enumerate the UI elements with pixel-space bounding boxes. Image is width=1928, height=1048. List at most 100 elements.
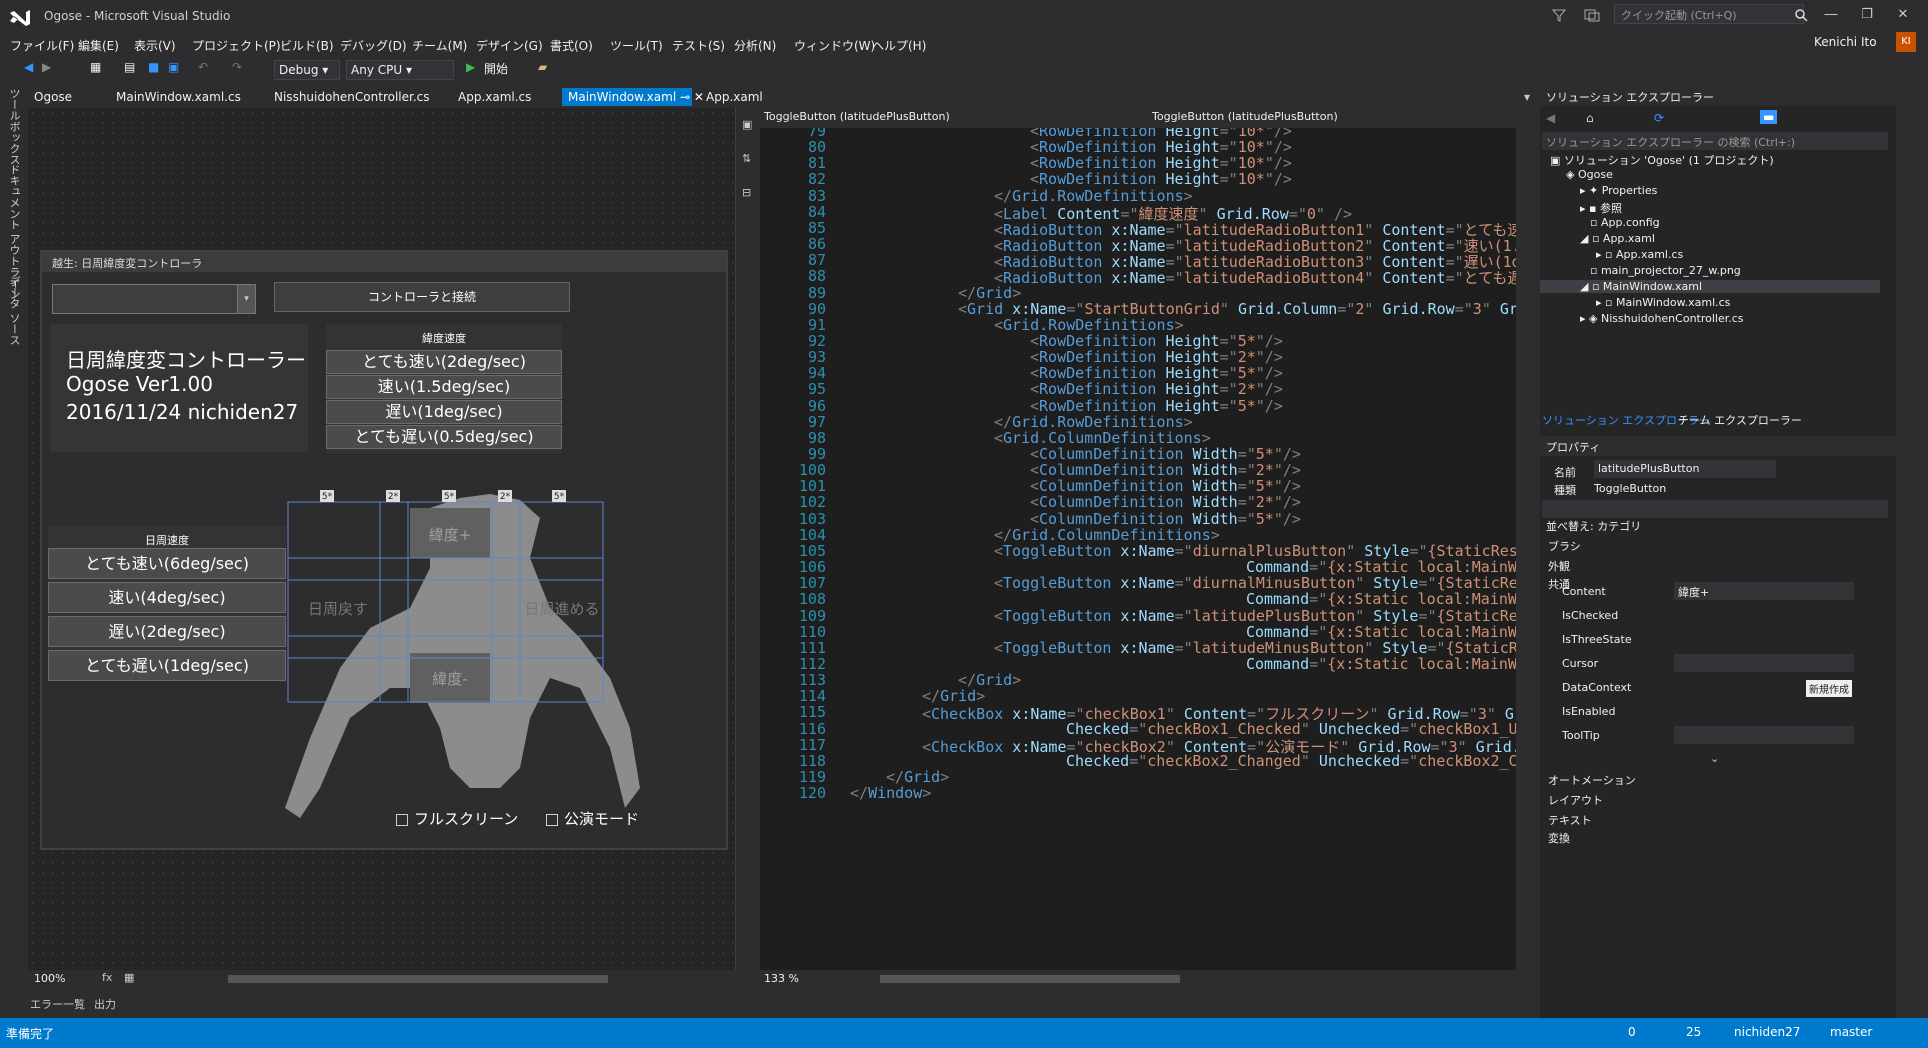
category-transform[interactable]: 変換 xyxy=(1548,830,1570,846)
category-brush[interactable]: ブラシ xyxy=(1548,538,1581,554)
code-line[interactable]: Checked="checkBox2_Changed" Unchecked="c… xyxy=(1066,752,1530,770)
tab-team-explorer[interactable]: チーム エクスプローラー xyxy=(1678,412,1802,428)
code-hscrollbar[interactable] xyxy=(880,975,1180,983)
tab-data-sources[interactable]: データ ソース xyxy=(6,276,22,346)
lat-speed-very-slow[interactable]: とても遅い(0.5deg/sec) xyxy=(326,425,562,449)
performance-mode-checkbox[interactable]: 公演モード xyxy=(546,808,639,829)
lat-speed-slow[interactable]: 遅い(1deg/sec) xyxy=(326,400,562,424)
tab-app-xaml[interactable]: App.xaml xyxy=(700,88,769,106)
start-icon[interactable]: ▶ xyxy=(466,60,475,80)
designer-hscrollbar[interactable] xyxy=(228,975,608,983)
menu-view[interactable]: 表示(V) xyxy=(134,37,176,54)
repo-name[interactable]: nichiden27 xyxy=(1734,1025,1800,1039)
tab-app-xaml-cs[interactable]: App.xaml.cs xyxy=(452,88,537,106)
avatar[interactable]: KI xyxy=(1896,32,1916,52)
code-editor[interactable]: 79 <RowDefinition Height="10*"/> 80 <RowDef… xyxy=(760,128,1530,970)
lat-speed-very-fast[interactable]: とても速い(2deg/sec) xyxy=(326,350,562,374)
property-row-isthreestate[interactable]: IsThreeState xyxy=(1540,628,1880,652)
search-icon[interactable] xyxy=(1794,8,1808,22)
code-line[interactable]: <RadioButton x:Name="latitudeRadioButton… xyxy=(994,267,1530,288)
tree-mainwindow-xaml[interactable]: ◢ ▫ MainWindow.xaml xyxy=(1540,280,1880,293)
property-row-ischecked[interactable]: IsChecked xyxy=(1540,604,1880,628)
new-button[interactable]: 新規作成 xyxy=(1806,680,1852,697)
open-file-icon[interactable]: ▤ xyxy=(124,60,135,80)
lat-speed-fast[interactable]: 速い(1.5deg/sec) xyxy=(326,375,562,399)
grid-icon[interactable]: ▦ xyxy=(124,971,134,984)
category-automation[interactable]: オートメーション xyxy=(1548,772,1636,788)
undo-icon[interactable]: ↶ xyxy=(198,60,208,80)
menu-build[interactable]: ビルド(B) xyxy=(280,37,334,54)
sort-by-dropdown[interactable]: 並べ替え: カテゴリ xyxy=(1546,518,1641,534)
notification-icon[interactable] xyxy=(1584,8,1600,22)
menu-team[interactable]: チーム(M) xyxy=(412,37,467,54)
menu-edit[interactable]: 編集(E) xyxy=(78,37,119,54)
tab-output[interactable]: 出力 xyxy=(94,996,116,1012)
diu-speed-fast[interactable]: 速い(4deg/sec) xyxy=(48,582,286,613)
save-all-icon[interactable]: ▣ xyxy=(168,60,179,80)
tab-nisshuidohen-controller[interactable]: NisshuidohenController.cs xyxy=(268,88,436,106)
menu-file[interactable]: ファイル(F) xyxy=(10,37,74,54)
branch-name[interactable]: master xyxy=(1830,1025,1872,1039)
tree-app-config[interactable]: ▫ App.config xyxy=(1590,216,1660,229)
back-icon[interactable]: ◀ xyxy=(24,60,33,80)
user-name[interactable]: Kenichi Ito xyxy=(1814,35,1877,49)
filter-icon[interactable] xyxy=(1552,8,1566,22)
expand-more-icon[interactable]: ⌄ xyxy=(1710,752,1719,765)
pin-icon[interactable]: ⊸ xyxy=(680,90,690,104)
code-vscrollbar[interactable] xyxy=(1516,128,1530,970)
tab-toolbox[interactable]: ツールボックス xyxy=(6,88,22,165)
tree-properties[interactable]: ▸ ✦ Properties xyxy=(1580,184,1657,197)
tree-solution[interactable]: ▣ ソリューション 'Ogose' (1 プロジェクト) xyxy=(1550,152,1774,168)
tree-project[interactable]: ◈ Ogose xyxy=(1566,168,1613,181)
solution-search-input[interactable]: ソリューション エクスプローラー の検索 (Ctrl+:) xyxy=(1542,132,1888,150)
category-text[interactable]: テキスト xyxy=(1548,812,1592,828)
nav-left-dropdown[interactable]: ToggleButton (latitudePlusButton) xyxy=(764,110,1142,126)
start-button[interactable]: 開始 xyxy=(484,60,508,80)
tree-app-xaml[interactable]: ◢ ▫ App.xaml xyxy=(1580,232,1655,245)
menu-analyze[interactable]: 分析(N) xyxy=(734,37,776,54)
menu-test[interactable]: テスト(S) xyxy=(672,37,725,54)
property-row-tooltip[interactable]: ToolTip xyxy=(1540,724,1880,748)
tree-app-xaml-cs[interactable]: ▸ ▫ App.xaml.cs xyxy=(1596,248,1683,261)
category-appearance[interactable]: 外観 xyxy=(1548,558,1570,574)
close-button[interactable]: ✕ xyxy=(1888,2,1918,28)
menu-window[interactable]: ウィンドウ(W) xyxy=(794,37,875,54)
designer-zoom[interactable]: 100% xyxy=(34,972,65,985)
checkbox-box[interactable] xyxy=(546,813,558,826)
property-row-cursor[interactable]: Cursor xyxy=(1540,652,1880,676)
back-icon[interactable]: ◀ xyxy=(1546,111,1555,125)
save-icon[interactable]: ■ xyxy=(148,60,159,80)
collapse-all-icon[interactable]: ▬ xyxy=(1760,110,1778,124)
tree-references[interactable]: ▸ ▪ 参照 xyxy=(1580,200,1622,216)
pending-edits[interactable]: 25 xyxy=(1686,1025,1701,1039)
property-row-datacontext[interactable]: DataContext 新規作成 xyxy=(1540,676,1880,700)
property-row-content[interactable]: Content 緯度+ xyxy=(1540,580,1880,604)
code-line[interactable]: </Window> xyxy=(850,784,931,802)
tab-error-list[interactable]: エラー一覧 xyxy=(30,996,85,1012)
diu-speed-very-slow[interactable]: とても遅い(1deg/sec) xyxy=(48,650,286,681)
tab-overflow-icon[interactable]: ▾ xyxy=(1524,90,1530,104)
tree-controller-cs[interactable]: ▸ ◈ NisshuidohenController.cs xyxy=(1580,312,1744,325)
property-value[interactable] xyxy=(1674,726,1854,744)
port-combobox[interactable]: ▾ xyxy=(52,284,256,314)
menu-design[interactable]: デザイン(G) xyxy=(476,37,543,54)
push-count[interactable]: 0 xyxy=(1628,1025,1636,1039)
design-view-icon[interactable]: ▣ xyxy=(742,118,752,131)
connect-button[interactable]: コントローラと接続 xyxy=(274,282,570,312)
menu-format[interactable]: 書式(O) xyxy=(550,37,593,54)
platform-select[interactable]: Any CPU ▾ xyxy=(346,60,454,80)
new-project-icon[interactable]: ▦ xyxy=(90,60,101,80)
forward-icon[interactable]: ▶ xyxy=(42,60,51,80)
minimize-button[interactable]: ― xyxy=(1816,2,1846,28)
quick-launch-input[interactable]: クイック起動 (Ctrl+Q) xyxy=(1614,4,1804,24)
config-select[interactable]: Debug ▾ xyxy=(274,60,340,80)
menu-tools[interactable]: ツール(T) xyxy=(610,37,663,54)
diu-speed-slow[interactable]: 遅い(2deg/sec) xyxy=(48,616,286,647)
chevron-down-icon[interactable]: ▾ xyxy=(237,285,255,313)
swap-panes-icon[interactable]: ⇅ xyxy=(742,152,751,165)
designer-window[interactable]: 越生: 日周緯度変コントローラ ▾ コントローラと接続 日周緯度変コントローラー… xyxy=(40,250,728,850)
menu-debug[interactable]: デバッグ(D) xyxy=(340,37,407,54)
category-layout[interactable]: レイアウト xyxy=(1548,792,1603,808)
name-input[interactable]: latitudePlusButton xyxy=(1594,460,1776,478)
code-zoom[interactable]: 133 % xyxy=(764,972,799,985)
